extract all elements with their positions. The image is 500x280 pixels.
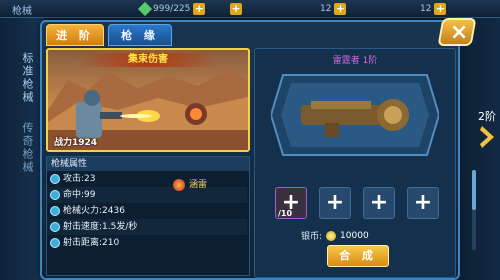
attack-icon <box>50 174 60 184</box>
tab-fate[interactable]: 枪 缘 <box>108 24 172 46</box>
chevron-right-icon[interactable] <box>480 126 494 148</box>
fire-rate-icon <box>50 222 60 232</box>
skill-tag[interactable]: 涵雷 <box>173 177 207 191</box>
resource-coins: + <box>230 2 242 15</box>
battle-power: 战力1924 <box>54 138 98 148</box>
add-energy-button[interactable]: + <box>193 2 206 15</box>
material-slot-3[interactable]: + <box>363 187 395 219</box>
gun-display <box>271 74 439 156</box>
mech-soldier <box>76 102 102 138</box>
side-tab-standard[interactable]: 标准枪械 <box>10 52 34 104</box>
scrollbar[interactable] <box>472 170 476 250</box>
coin-label: 银币: <box>301 232 323 242</box>
stat-fire-rate: 射击速度:1.5发/秒 <box>47 219 247 235</box>
gun-upgrade-dialog: 进 阶 枪 缘 集束伤害 战力1924 枪械属性 攻击:23 命中:99 枪械火… <box>40 18 477 280</box>
add-coins-button[interactable]: + <box>230 2 242 15</box>
coin-value: 10000 <box>340 230 369 241</box>
gun-stats-panel: 枪械属性 攻击:23 命中:99 枪械火力:2436 射击速度:1.5发/秒 射… <box>46 156 250 276</box>
range-icon <box>50 238 60 248</box>
material-slot-2[interactable]: + <box>319 187 351 219</box>
battle-banner: 集束伤害 <box>78 53 218 67</box>
resource-gems: 12 + <box>320 2 347 15</box>
side-tab-bar: 标准枪械 传奇枪械 <box>0 18 44 280</box>
stat-attack: 攻击:23 <box>47 171 247 187</box>
energy-value: 999/225 <box>153 3 191 14</box>
skill-icon <box>173 178 185 191</box>
battle-preview: 集束伤害 战力1924 <box>46 48 250 152</box>
material-slot-1[interactable]: +/10 <box>275 187 307 219</box>
coin-cost: 银币: 10000 <box>301 229 369 242</box>
stat-firepower: 枪械火力:2436 <box>47 203 247 219</box>
side-tab-legend[interactable]: 传奇枪械 <box>10 122 34 174</box>
close-button[interactable]: × <box>437 18 477 46</box>
next-rank-label: 2阶 <box>478 110 496 123</box>
gems-value: 12 <box>320 3 332 14</box>
firepower-icon <box>50 206 60 216</box>
top-bar: 枪械 999/225 + + 12 + 12 + <box>0 0 500 18</box>
gun-info-panel: 雷霆者 1阶 +/10 + + + 银币: 10000 合 成 <box>254 48 456 278</box>
coin-icon <box>326 230 337 241</box>
screen-title: 枪械 <box>12 6 32 17</box>
resource-tickets: 12 + <box>420 2 447 15</box>
stat-hit: 命中:99 <box>47 187 247 203</box>
resource-energy: 999/225 + <box>137 1 206 16</box>
hit-icon <box>50 190 60 200</box>
right-strip <box>460 18 500 280</box>
tickets-value: 12 <box>420 3 432 14</box>
stats-header: 枪械属性 <box>47 157 249 171</box>
close-icon: × <box>449 20 469 45</box>
energy-icon <box>137 1 153 16</box>
tab-advance[interactable]: 进 阶 <box>46 24 104 46</box>
stat-range: 射击距离:210 <box>47 235 247 251</box>
add-tickets-button[interactable]: + <box>434 2 447 15</box>
gun-name: 雷霆者 1阶 <box>332 56 378 66</box>
scrollbar-thumb[interactable] <box>472 170 476 210</box>
synthesize-button[interactable]: 合 成 <box>327 245 389 267</box>
material-slot-4[interactable]: + <box>407 187 439 219</box>
add-gems-button[interactable]: + <box>334 2 347 15</box>
